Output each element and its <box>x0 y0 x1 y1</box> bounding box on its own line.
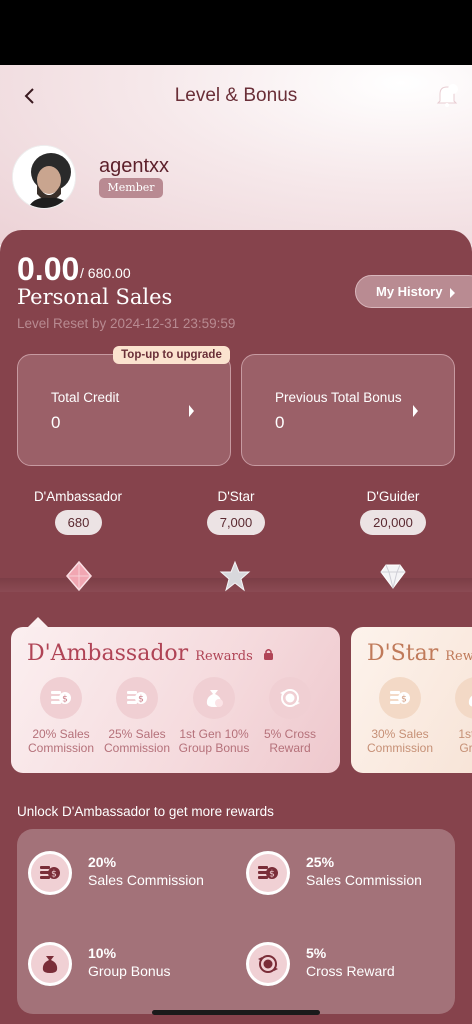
coins-dollar-icon: $ <box>28 851 72 895</box>
username: agentxx <box>99 155 170 177</box>
coins-dollar-icon: $ <box>40 677 82 719</box>
reward-item-line1: 20% Sales <box>32 727 90 741</box>
reward-card-title: D'Star <box>367 641 439 666</box>
unlock-item-name: Sales Commission <box>306 872 422 888</box>
coins-dollar-icon: $ <box>116 677 158 719</box>
svg-text:$: $ <box>269 870 275 880</box>
unlock-item-percent: 20% <box>88 854 117 870</box>
my-history-label: My History <box>376 284 443 299</box>
reward-item-line2: Group <box>459 741 472 755</box>
total-credit-label: Total Credit <box>51 390 120 405</box>
unlock-item-percent: 25% <box>306 854 335 870</box>
avatar[interactable] <box>12 145 76 209</box>
reward-item-line2: Commission <box>27 741 94 755</box>
star-rewards-card[interactable]: D'Star Rewards $ 30% SalesCommission 1st… <box>351 627 472 773</box>
ambassador-rewards-card[interactable]: D'Ambassador Rewards $ 20% Sales Commissi… <box>11 627 340 773</box>
status-bar <box>0 0 472 65</box>
reward-item-line1: 1st Gen 10% <box>179 727 249 741</box>
money-bag-icon <box>193 677 235 719</box>
unlock-item-name: Sales Commission <box>88 872 204 888</box>
tier-name-guider: D'Guider <box>366 489 420 504</box>
previous-bonus-card[interactable]: Previous Total Bonus 0 <box>241 354 455 466</box>
star-rewards-title: D'Star Rewards <box>367 641 472 666</box>
coins-dollar-icon: $ <box>379 677 421 719</box>
reward-item: 5% Cross Reward <box>251 677 329 755</box>
reward-card-subtitle: Rewards <box>195 649 253 664</box>
cross-reward-icon <box>246 942 290 986</box>
bell-icon[interactable] <box>432 80 462 110</box>
unlock-item: 10% Group Bonus <box>28 942 228 992</box>
svg-text:$: $ <box>51 870 57 880</box>
chevron-right-icon <box>189 405 194 417</box>
chevron-right-icon <box>450 287 456 298</box>
reward-card-title: D'Ambassador <box>27 641 189 666</box>
reward-item: $ 20% Sales Commission <box>22 677 100 755</box>
tier-threshold-guider: 20,000 <box>360 510 426 535</box>
money-bag-icon <box>28 942 72 986</box>
tier-threshold-star: 7,000 <box>207 510 265 535</box>
svg-text:$: $ <box>62 695 68 705</box>
tier-threshold-ambassador: 680 <box>55 510 102 535</box>
topup-upgrade-badge[interactable]: Top-up to upgrade <box>113 346 230 364</box>
page-title: Level & Bonus <box>174 85 298 106</box>
white-diamond-icon[interactable] <box>377 560 409 592</box>
svg-text:$: $ <box>401 695 407 705</box>
sales-value: 0.00 <box>17 251 80 287</box>
ambassador-rewards-title: D'Ambassador Rewards <box>27 641 274 666</box>
reward-item-line1: 5% Cross <box>263 727 316 741</box>
reward-item: 1st Gen 10% Group Bonus <box>175 677 253 755</box>
unlock-item: $ 20% Sales Commission <box>28 851 228 901</box>
reward-item-line1: 30% Sales <box>371 727 429 741</box>
member-badge: Member <box>99 178 163 198</box>
unlock-item-name: Cross Reward <box>306 963 395 979</box>
reward-card-pointer <box>28 617 48 627</box>
silver-star-icon[interactable] <box>219 560 251 592</box>
tier-name-star: D'Star <box>217 489 255 504</box>
previous-bonus-value: 0 <box>275 413 285 432</box>
coins-dollar-icon: $ <box>246 851 290 895</box>
reward-item-line2: Commission <box>103 741 170 755</box>
unlock-item-percent: 5% <box>306 945 327 961</box>
chevron-right-icon <box>413 405 418 417</box>
reward-item-line1: 1st Ge <box>458 727 472 741</box>
reward-item: $ 25% Sales Commission <box>98 677 176 755</box>
my-history-button[interactable]: My History <box>355 275 472 308</box>
total-credit-card[interactable]: Total Credit 0 <box>17 354 231 466</box>
personal-sales-label: Personal Sales <box>17 285 173 309</box>
unlock-item-name: Group Bonus <box>88 963 171 979</box>
reward-card-subtitle: Rewards <box>445 649 472 664</box>
sales-target: / 680.00 <box>80 265 131 281</box>
unlock-rewards-text: Unlock D'Ambassador to get more rewards <box>17 804 274 819</box>
unlock-item: 5% Cross Reward <box>246 942 446 992</box>
lock-icon <box>263 649 273 660</box>
tier-name-ambassador: D'Ambassador <box>33 489 123 504</box>
cross-reward-icon <box>269 677 311 719</box>
home-indicator <box>152 1010 320 1015</box>
reward-item-line1: 25% Sales <box>108 727 166 741</box>
level-reset-text: Level Reset by 2024-12-31 23:59:59 <box>17 316 236 331</box>
reward-item: $ 30% Sales Commission <box>361 677 439 755</box>
reward-item-line2: Commission <box>366 741 433 755</box>
reward-item-line2: Reward <box>269 741 311 755</box>
avatar-portrait-icon <box>13 146 75 208</box>
previous-bonus-label: Previous Total Bonus <box>275 390 402 405</box>
pink-diamond-icon[interactable] <box>63 560 95 592</box>
total-credit-value: 0 <box>51 413 61 432</box>
svg-text:$: $ <box>138 695 144 705</box>
unlock-item: $ 25% Sales Commission <box>246 851 446 901</box>
reward-item: 1st GeGroup <box>437 677 472 755</box>
unlock-rewards-card: $ 20% Sales Commission $ 25% Sales Commi… <box>17 829 455 1014</box>
reward-item-line2: Group Bonus <box>178 741 250 755</box>
money-bag-icon <box>455 677 472 719</box>
unlock-item-percent: 10% <box>88 945 117 961</box>
